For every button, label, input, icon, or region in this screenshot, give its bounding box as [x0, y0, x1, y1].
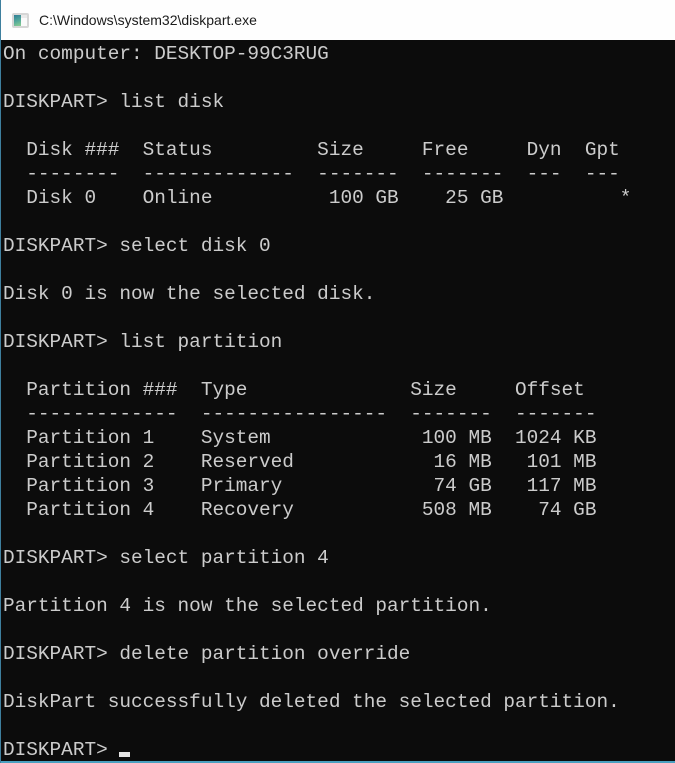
console-line [3, 258, 675, 282]
disk-table-header: Disk ### Status Size Free Dyn Gpt [3, 138, 675, 162]
partition-table-row: Partition 3 Primary 74 GB 117 MB [3, 474, 675, 498]
console-line: DISKPART> select disk 0 [3, 234, 675, 258]
partition-table-row: Partition 1 System 100 MB 1024 KB [3, 426, 675, 450]
prompt-text: DISKPART> [3, 739, 119, 761]
partition-table-row: Partition 2 Reserved 16 MB 101 MB [3, 450, 675, 474]
console-line [3, 714, 675, 738]
console-line: DISKPART> list partition [3, 330, 675, 354]
console-line [3, 570, 675, 594]
console-line: On computer: DESKTOP-99C3RUG [3, 42, 675, 66]
partition-table-header: Partition ### Type Size Offset [3, 378, 675, 402]
console-line [3, 354, 675, 378]
disk-table-row: Disk 0 Online 100 GB 25 GB * [3, 186, 675, 210]
window-titlebar[interactable]: C:\Windows\system32\diskpart.exe [1, 0, 675, 40]
console-line: DiskPart successfully deleted the select… [3, 690, 675, 714]
partition-table-divider: ------------- ---------------- ------- -… [3, 402, 675, 426]
console-line [3, 306, 675, 330]
window-title: C:\Windows\system32\diskpart.exe [39, 12, 257, 28]
console-app-icon[interactable] [12, 13, 29, 28]
disk-table-divider: -------- ------------- ------- ------- -… [3, 162, 675, 186]
console-line [3, 114, 675, 138]
console-prompt-line[interactable]: DISKPART> [3, 738, 675, 762]
console-line: DISKPART> select partition 4 [3, 546, 675, 570]
console-line: DISKPART> list disk [3, 90, 675, 114]
console-line [3, 618, 675, 642]
console-line [3, 666, 675, 690]
console-screen[interactable]: On computer: DESKTOP-99C3RUG DISKPART> l… [1, 40, 675, 763]
console-line [3, 66, 675, 90]
console-line: Disk 0 is now the selected disk. [3, 282, 675, 306]
console-line [3, 522, 675, 546]
console-window: C:\Windows\system32\diskpart.exe On comp… [0, 0, 675, 763]
console-line: Partition 4 is now the selected partitio… [3, 594, 675, 618]
console-line: DISKPART> delete partition override [3, 642, 675, 666]
partition-table-row: Partition 4 Recovery 508 MB 74 GB [3, 498, 675, 522]
text-cursor [119, 752, 130, 757]
console-line [3, 210, 675, 234]
